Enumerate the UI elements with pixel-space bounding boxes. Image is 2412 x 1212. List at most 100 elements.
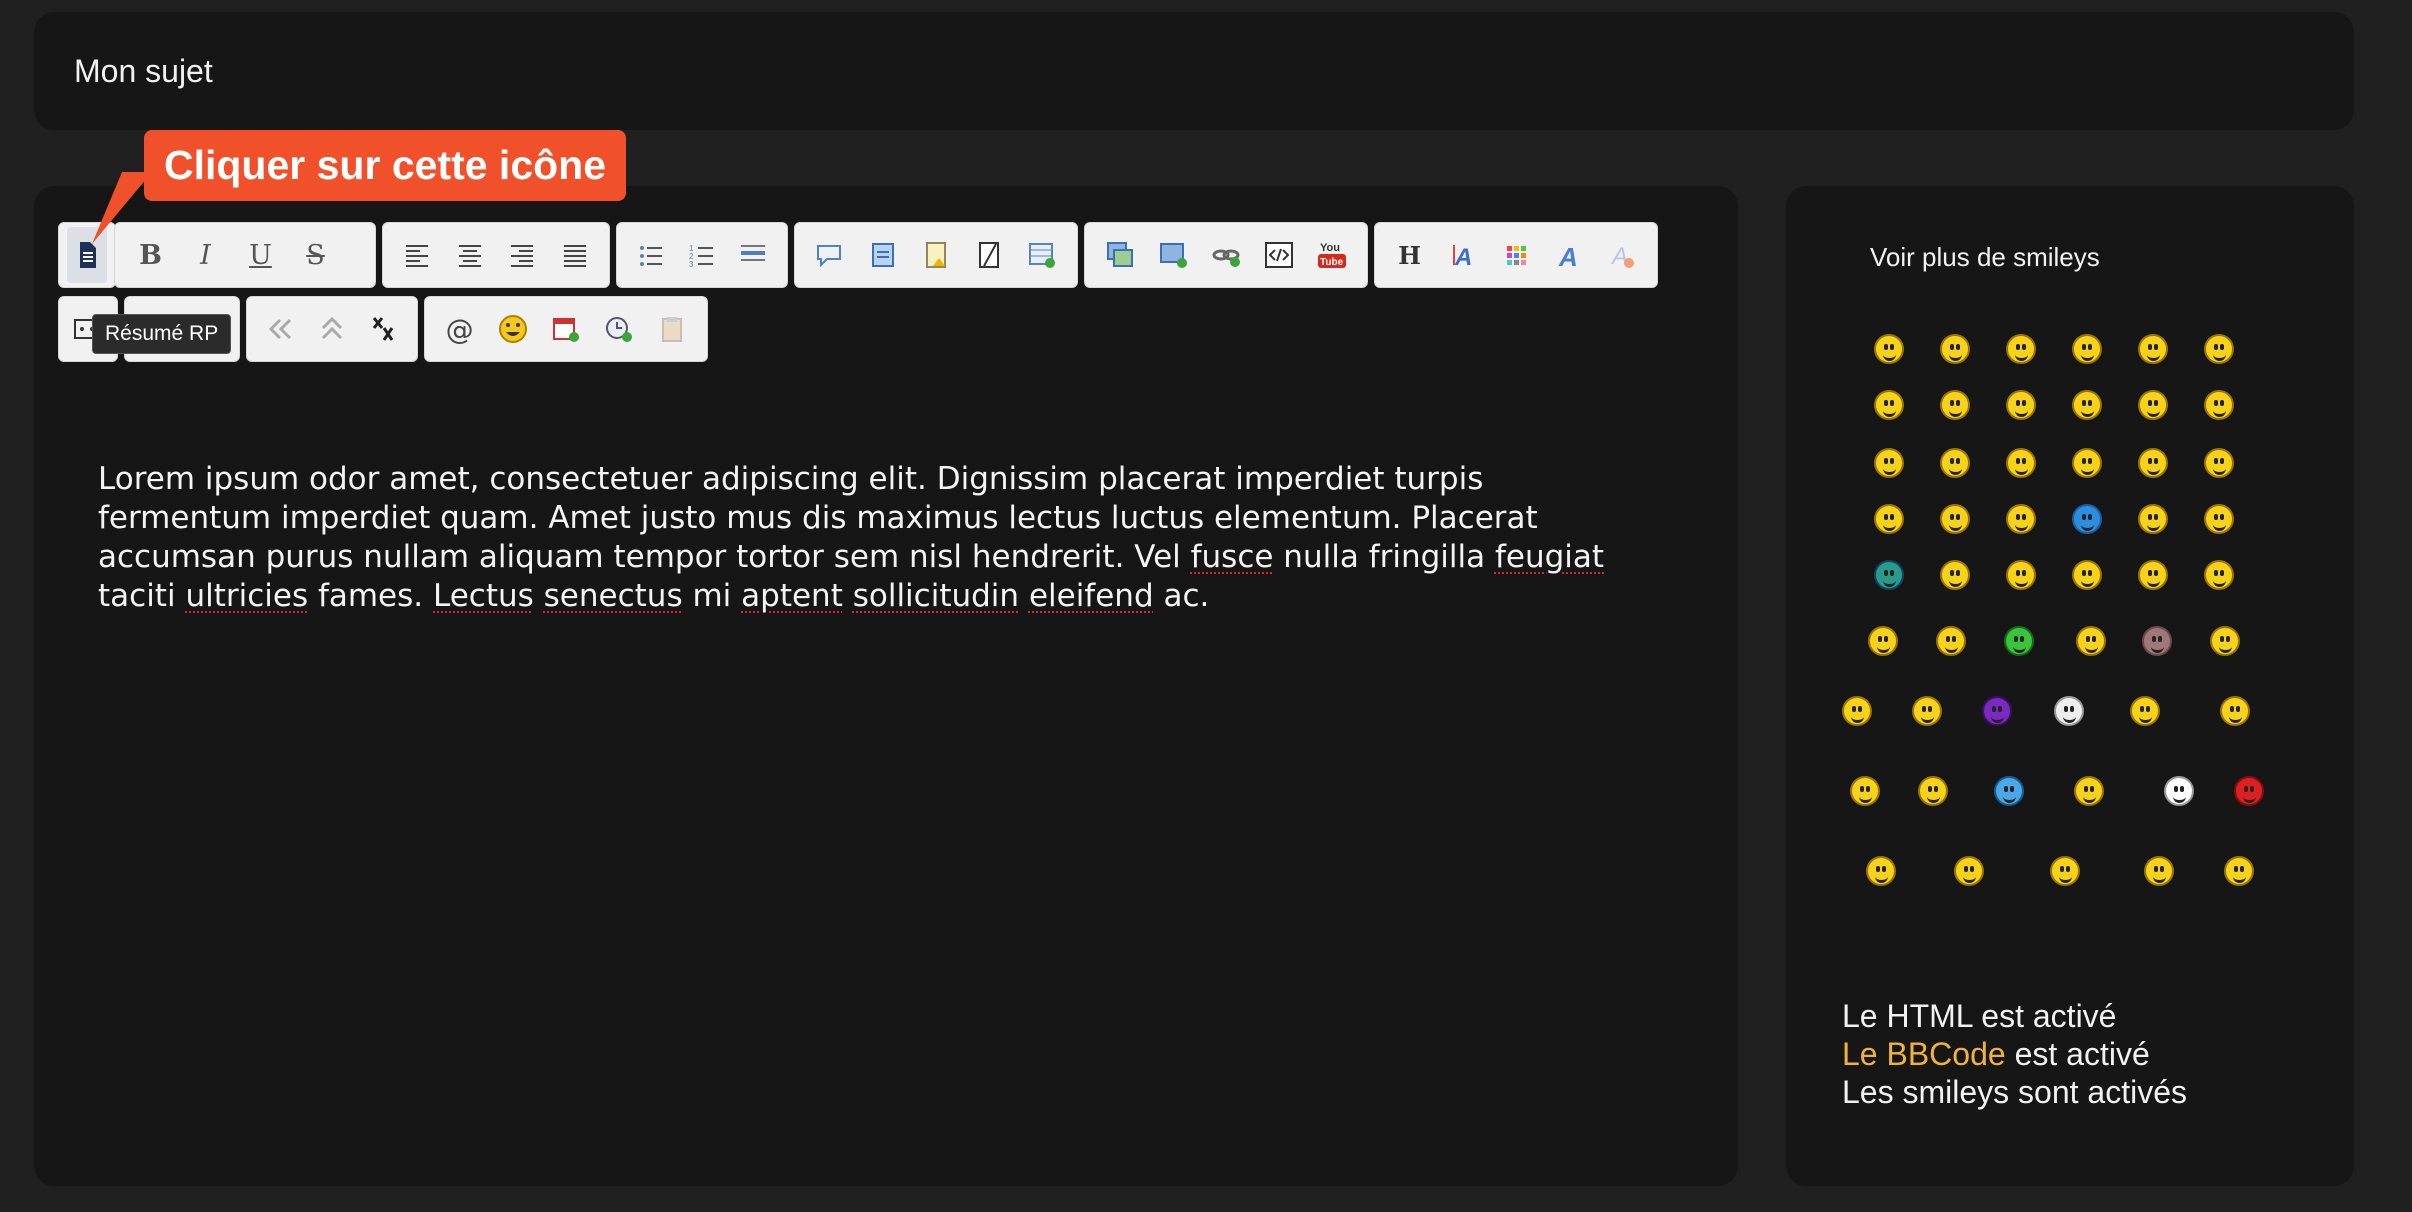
smiley-icon[interactable] bbox=[2076, 626, 2106, 656]
smiley-icon[interactable] bbox=[2138, 390, 2168, 420]
table-button[interactable] bbox=[1016, 227, 1069, 283]
smiley-icon[interactable] bbox=[1994, 776, 2024, 806]
paste-button[interactable] bbox=[646, 301, 699, 357]
smiley-button[interactable] bbox=[486, 301, 539, 357]
smiley-icon[interactable] bbox=[2224, 856, 2254, 886]
subject-field[interactable]: Mon sujet bbox=[74, 53, 213, 90]
smiley-icon[interactable] bbox=[2138, 334, 2168, 364]
smiley-icon[interactable] bbox=[1918, 776, 1948, 806]
smiley-icon[interactable] bbox=[2144, 856, 2174, 886]
time-button[interactable] bbox=[593, 301, 646, 357]
svg-text:A: A bbox=[1454, 244, 1472, 271]
image-button[interactable] bbox=[1093, 227, 1146, 283]
smiley-icon[interactable] bbox=[2072, 504, 2102, 534]
smiley-icon[interactable] bbox=[1940, 560, 1970, 590]
smiley-icon[interactable] bbox=[2138, 560, 2168, 590]
quote-button[interactable] bbox=[803, 227, 856, 283]
smiley-icon[interactable] bbox=[2050, 856, 2080, 886]
callout-annotation: Cliquer sur cette icône bbox=[144, 130, 627, 201]
smiley-icon[interactable] bbox=[2204, 448, 2234, 478]
color-button[interactable] bbox=[1489, 227, 1542, 283]
smiley-icon[interactable] bbox=[2142, 626, 2172, 656]
align-center-button[interactable] bbox=[444, 227, 497, 283]
bbcode-link[interactable]: Le BBCode bbox=[1842, 1036, 2006, 1072]
redo-button[interactable] bbox=[306, 301, 357, 357]
smiley-icon[interactable] bbox=[1954, 856, 1984, 886]
numbered-list-button[interactable]: 123 bbox=[676, 227, 727, 283]
editor-content[interactable]: Lorem ipsum odor amet, consectetuer adip… bbox=[98, 460, 1718, 616]
smiley-icon[interactable] bbox=[1874, 560, 1904, 590]
smiley-icon[interactable] bbox=[2072, 390, 2102, 420]
underline-icon: U bbox=[249, 239, 272, 271]
smiley-icon[interactable] bbox=[2072, 334, 2102, 364]
smiley-icon[interactable] bbox=[1982, 696, 2012, 726]
spoiler-button[interactable] bbox=[909, 227, 962, 283]
smiley-icon[interactable] bbox=[2072, 560, 2102, 590]
link-button[interactable] bbox=[1199, 227, 1252, 283]
font-button[interactable]: A bbox=[1543, 227, 1596, 283]
smiley-icon[interactable] bbox=[2138, 504, 2168, 534]
smiley-icon[interactable] bbox=[2220, 696, 2250, 726]
horizontal-rule-button[interactable] bbox=[728, 227, 779, 283]
font-size-button[interactable]: A bbox=[1436, 227, 1489, 283]
smiley-icon[interactable] bbox=[1940, 390, 1970, 420]
html-status: Le HTML est activé bbox=[1842, 998, 2117, 1034]
smiley-icon[interactable] bbox=[2072, 448, 2102, 478]
toolbar-group-blocks bbox=[794, 222, 1078, 288]
smiley-icon[interactable] bbox=[2006, 448, 2036, 478]
font-icon: A bbox=[1558, 242, 1578, 272]
bbcode-status: Le BBCode est activé bbox=[1842, 1036, 2150, 1073]
cut-button[interactable] bbox=[358, 301, 409, 357]
smiley-icon[interactable] bbox=[1850, 776, 1880, 806]
toolbar-group-align bbox=[382, 222, 610, 288]
more-smileys-link[interactable]: Voir plus de smileys bbox=[1870, 242, 2100, 273]
smiley-icon[interactable] bbox=[2164, 776, 2194, 806]
italic-button[interactable]: I bbox=[178, 227, 233, 283]
smiley-icon[interactable] bbox=[2006, 390, 2036, 420]
smiley-icon[interactable] bbox=[1874, 390, 1904, 420]
smiley-icon[interactable] bbox=[1874, 504, 1904, 534]
smiley-icon[interactable] bbox=[2204, 334, 2234, 364]
youtube-button[interactable]: You Tube bbox=[1306, 227, 1359, 283]
smiley-icon[interactable] bbox=[2074, 776, 2104, 806]
upload-image-button[interactable] bbox=[1146, 227, 1199, 283]
undo-button[interactable] bbox=[255, 301, 306, 357]
smiley-icon[interactable] bbox=[2234, 776, 2264, 806]
italic-icon: I bbox=[200, 239, 211, 271]
smiley-icon[interactable] bbox=[1936, 626, 1966, 656]
smiley-icon[interactable] bbox=[1842, 696, 1872, 726]
bulleted-list-button[interactable] bbox=[625, 227, 676, 283]
mention-button[interactable]: @ bbox=[433, 301, 486, 357]
hide-button[interactable] bbox=[963, 227, 1016, 283]
smiley-icon[interactable] bbox=[2204, 560, 2234, 590]
smiley-icon[interactable] bbox=[1940, 504, 1970, 534]
clear-format-button[interactable]: A bbox=[1596, 227, 1649, 283]
smiley-icon[interactable] bbox=[1866, 856, 1896, 886]
smiley-icon[interactable] bbox=[1874, 334, 1904, 364]
smiley-icon[interactable] bbox=[2204, 390, 2234, 420]
smiley-icon[interactable] bbox=[1912, 696, 1942, 726]
align-right-button[interactable] bbox=[496, 227, 549, 283]
underline-button[interactable]: U bbox=[233, 227, 288, 283]
smiley-icon[interactable] bbox=[1940, 448, 1970, 478]
align-left-button[interactable] bbox=[391, 227, 444, 283]
smiley-icon[interactable] bbox=[2130, 696, 2160, 726]
smiley-icon[interactable] bbox=[2204, 504, 2234, 534]
smiley-icon[interactable] bbox=[2004, 626, 2034, 656]
heading-button[interactable]: H bbox=[1383, 227, 1436, 283]
justify-button[interactable] bbox=[549, 227, 602, 283]
strikethrough-button[interactable]: S bbox=[288, 227, 343, 283]
smiley-icon[interactable] bbox=[2210, 626, 2240, 656]
smiley-icon[interactable] bbox=[1874, 448, 1904, 478]
code-button[interactable] bbox=[1253, 227, 1306, 283]
smiley-icon[interactable] bbox=[2138, 448, 2168, 478]
smiley-icon[interactable] bbox=[1940, 334, 1970, 364]
smiley-icon[interactable] bbox=[2006, 334, 2036, 364]
date-button[interactable] bbox=[539, 301, 592, 357]
smiley-icon[interactable] bbox=[2006, 504, 2036, 534]
smiley-icon[interactable] bbox=[2054, 696, 2084, 726]
content-line: fermentum imperdiet quam. Amet justo mus… bbox=[98, 500, 1538, 536]
smiley-icon[interactable] bbox=[1868, 626, 1898, 656]
smiley-icon[interactable] bbox=[2006, 560, 2036, 590]
script-button[interactable] bbox=[856, 227, 909, 283]
